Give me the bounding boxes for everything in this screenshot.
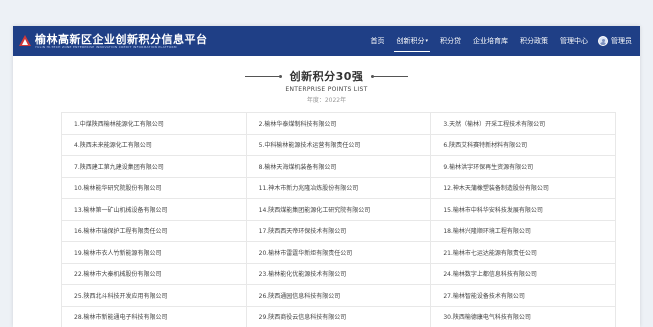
company-cell[interactable]: 9.榆林洪宇环保再生资源有限公司 (431, 156, 617, 178)
nav-points-policy[interactable]: 积分政策 (514, 26, 554, 56)
company-cell[interactable]: 13.榆林第一矿山机械设备有限公司 (62, 199, 247, 221)
section-heading: 创新积分30强 ENTERPRISE POINTS LIST 年度：2022年 (13, 68, 640, 104)
main-nav: 首页 创新积分 ▾ 积分贷 企业培育库 积分政策 管理中心 管理员 (364, 26, 632, 56)
company-cell[interactable]: 1.中煤陕西榆林能源化工有限公司 (62, 113, 247, 135)
logo-title: 榆林高新区企业创新积分信息平台 (35, 32, 208, 46)
logo-subtitle: YULIN HI-TECH ZONE ENTERPRISE INNOVATION… (35, 44, 177, 49)
company-cell[interactable]: 7.陕西建工第九建设集团有限公司 (62, 156, 247, 178)
user-name: 管理员 (611, 37, 632, 45)
chevron-down-icon: ▾ (425, 38, 428, 44)
grid-row: 19.榆林市衣人竹新能源有限公司 20.榆林市雷霆华新炬有限责任公司 21.榆林… (62, 242, 617, 264)
company-cell[interactable]: 20.榆林市雷霆华新炬有限责任公司 (246, 242, 432, 264)
company-cell[interactable]: 26.陕西通园信息科技有限公司 (246, 285, 432, 307)
company-cell[interactable]: 5.中科榆林能源技术运营有限责任公司 (246, 134, 432, 156)
top-nav-bar: 榆林高新区企业创新积分信息平台 YULIN HI-TECH ZONE ENTER… (13, 26, 640, 56)
grid-row: 13.榆林第一矿山机械设备有限公司 14.陕西煤能集团能源化工研究院有限公司 1… (62, 199, 617, 221)
heading-decoration-left (244, 74, 282, 78)
company-cell[interactable]: 11.神木市新力兆隆冶炼股份有限公司 (246, 177, 432, 199)
company-ranking-grid: 1.中煤陕西榆林能源化工有限公司 2.榆林华泰煤制科技有限公司 3.天然（榆林）… (61, 112, 617, 327)
company-cell[interactable]: 3.天然（榆林）开采工程技术有限公司 (431, 113, 617, 135)
nav-home[interactable]: 首页 (364, 26, 390, 56)
grid-row: 10.榆林能华研究院股份有限公司 11.神木市新力兆隆冶炼股份有限公司 12.神… (62, 177, 617, 199)
company-cell[interactable]: 12.神木天蒲橡塑装备制造股份有限公司 (431, 177, 617, 199)
company-cell[interactable]: 29.陕西商役云信息科技有限公司 (247, 306, 432, 327)
company-cell[interactable]: 17.陕西西天帝环保技术有限公司 (246, 220, 432, 242)
grid-row: 1.中煤陕西榆林能源化工有限公司 2.榆林华泰煤制科技有限公司 3.天然（榆林）… (62, 113, 617, 135)
grid-row: 7.陕西建工第九建设集团有限公司 8.榆林天海煤机装备有限公司 9.榆林洪宇环保… (62, 156, 617, 178)
logo-mark-icon (19, 35, 31, 47)
page-subtitle: ENTERPRISE POINTS LIST (285, 86, 368, 93)
company-cell[interactable]: 28.榆林市新能通电子科技有限公司 (62, 306, 247, 327)
company-cell[interactable]: 19.榆林市衣人竹新能源有限公司 (62, 242, 247, 264)
company-cell[interactable]: 10.榆林能华研究院股份有限公司 (62, 177, 247, 199)
grid-row: 4.陕西未来能源化工有限公司 5.中科榆林能源技术运营有限责任公司 6.陕西艾科… (62, 134, 617, 156)
nav-innovation-points[interactable]: 创新积分 ▾ (390, 26, 434, 56)
grid-row: 28.榆林市新能通电子科技有限公司 29.陕西商役云信息科技有限公司 30.陕西… (62, 306, 617, 327)
company-cell[interactable]: 27.榆林智能设备技术有限公司 (431, 285, 617, 307)
grid-row: 25.陕西北斗科技开发应用有限公司 26.陕西通园信息科技有限公司 27.榆林智… (62, 285, 617, 307)
page-title: 创新积分30强 (289, 70, 364, 83)
company-cell[interactable]: 8.榆林天海煤机装备有限公司 (246, 156, 432, 178)
logo[interactable]: 榆林高新区企业创新积分信息平台 YULIN HI-TECH ZONE ENTER… (19, 34, 208, 49)
nav-points-loan[interactable]: 积分贷 (434, 26, 467, 56)
company-cell[interactable]: 22.榆林市大秦机械股份有限公司 (62, 263, 247, 285)
company-cell[interactable]: 23.榆林能化优能源技术有限公司 (246, 263, 432, 285)
heading-decoration-right (371, 74, 409, 78)
avatar (598, 36, 608, 46)
company-cell[interactable]: 21.榆林市七运达能源有限责任公司 (431, 242, 617, 264)
nav-admin-center[interactable]: 管理中心 (554, 26, 594, 56)
company-cell[interactable]: 2.榆林华泰煤制科技有限公司 (246, 113, 432, 135)
page: 榆林高新区企业创新积分信息平台 YULIN HI-TECH ZONE ENTER… (13, 26, 640, 327)
company-cell[interactable]: 4.陕西未来能源化工有限公司 (62, 134, 247, 156)
nav-enterprise-incubation[interactable]: 企业培育库 (467, 26, 514, 56)
year-label: 年度：2022年 (306, 97, 347, 104)
company-cell[interactable]: 25.陕西北斗科技开发应用有限公司 (62, 285, 247, 307)
grid-row: 16.榆林市瑞保护工程有限责任公司 17.陕西西天帝环保技术有限公司 18.榆林… (62, 220, 617, 242)
user-menu[interactable]: 管理员 (594, 36, 632, 46)
company-cell[interactable]: 14.陕西煤能集团能源化工研究院有限公司 (246, 199, 432, 221)
company-cell[interactable]: 24.榆林数字上都信息科技有限公司 (431, 263, 617, 285)
company-cell[interactable]: 16.榆林市瑞保护工程有限责任公司 (62, 220, 247, 242)
company-cell[interactable]: 18.榆林兴隆顺环境工程有限公司 (431, 220, 617, 242)
company-cell[interactable]: 30.陕西榆德康电气科技有限公司 (431, 306, 617, 327)
company-cell[interactable]: 6.陕西艾科赛特新材料有限公司 (431, 134, 617, 156)
grid-row: 22.榆林市大秦机械股份有限公司 23.榆林能化优能源技术有限公司 24.榆林数… (62, 263, 617, 285)
company-cell[interactable]: 15.榆林市中科华安科技发展有限公司 (431, 199, 617, 221)
